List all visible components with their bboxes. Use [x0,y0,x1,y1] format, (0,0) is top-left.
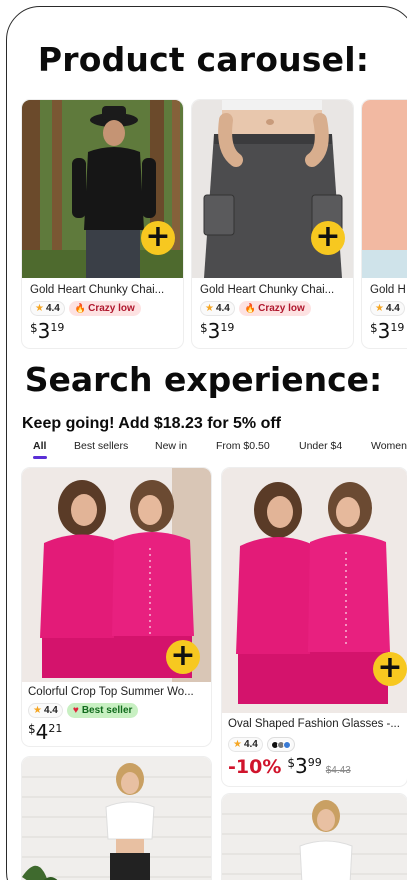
rating-badge: ★ 4.4 [30,301,65,316]
product-name[interactable]: Gold Heart Chunky Chai... [200,284,348,296]
star-icon: ★ [205,303,214,314]
price-currency: $ [200,321,208,335]
star-icon: ★ [33,705,42,716]
original-price: $4.43 [325,765,351,776]
carousel-product-card[interactable]: Gold H ★ 4.4 $319 [362,100,407,348]
price-currency: $ [287,756,296,770]
price-cents: 21 [48,722,63,735]
fire-icon: 🔥 [244,303,257,313]
add-to-cart-icon[interactable]: + [373,652,407,686]
carousel-product-card[interactable]: + Gold Heart Chunky Chai... ★ 4.4 🔥 Crazy … [192,100,353,348]
filter-tabs: All Best sellers New in From $0.50 Under… [33,440,407,460]
product-image[interactable] [222,794,407,880]
rating-value: 4.4 [243,739,258,750]
tab-under-4[interactable]: Under $4 [299,440,342,452]
price-whole: 3 [37,319,51,343]
search-result-card[interactable] [222,794,407,880]
rating-badge: ★ 4.4 [228,737,263,752]
active-tab-indicator [33,456,47,459]
fire-icon: 🔥 [74,303,87,313]
product-price: -10% $399$4.43 [228,754,351,778]
best-seller-badge: ♥ Best seller [66,703,139,718]
crazy-low-badge: 🔥 Crazy low [68,301,141,316]
tab-all[interactable]: All [33,440,46,452]
product-image[interactable] [22,757,211,880]
crazy-low-label: Crazy low [88,303,135,314]
rating-value: 4.4 [215,303,230,314]
product-price: $319 [370,319,404,343]
price-currency: $ [30,321,38,335]
rating-value: 4.4 [45,303,60,314]
price-cents: 19 [390,321,405,334]
price-currency: $ [370,321,378,335]
product-carousel[interactable]: + Gold Heart Chunky Chai... ★ 4.4 🔥 Crazy … [22,100,407,350]
price-whole: 3 [377,319,391,343]
product-name[interactable]: Oval Shaped Fashion Glasses -... [228,718,404,730]
product-name[interactable]: Gold Heart Chunky Chai... [30,284,178,296]
price-currency: $ [28,722,36,736]
tab-new-in[interactable]: New in [155,440,187,452]
rating-badge: ★ 4.4 [370,301,405,316]
price-cents: 19 [220,321,235,334]
best-seller-label: Best seller [81,705,133,716]
price-cents: 19 [50,321,65,334]
price-whole: 3 [295,754,308,778]
search-result-card[interactable]: + Colorful Crop Top Summer Wo... ★ 4.4 ♥ B… [22,468,211,746]
star-icon: ★ [375,303,384,314]
rating-value: 4.4 [385,303,400,314]
rating-badge: ★ 4.4 [28,703,63,718]
star-icon: ★ [35,303,44,314]
product-price: $319 [200,319,234,343]
discount-percent: -10% [228,756,282,778]
carousel-section-title: Product carousel: [37,40,370,79]
search-section-title: Search experience: [24,360,383,399]
price-whole: 3 [207,319,221,343]
add-to-cart-icon[interactable]: + [311,221,345,255]
tab-from-050[interactable]: From $0.50 [216,440,270,452]
product-name[interactable]: Gold H [370,284,407,296]
crazy-low-label: Crazy low [258,303,305,314]
star-icon: ★ [233,739,242,750]
tab-women[interactable]: Women [371,440,407,452]
price-whole: 4 [35,720,49,744]
product-price: $421 [28,720,62,744]
rating-badge: ★ 4.4 [200,301,235,316]
search-result-card[interactable] [22,757,211,880]
product-price: $319 [30,319,64,343]
crazy-low-badge: 🔥 Crazy low [238,301,311,316]
add-to-cart-icon[interactable]: + [141,221,175,255]
free-shipping-promo: Keep going! Add $18.23 for 5% off [22,415,281,432]
search-result-card[interactable]: + Oval Shaped Fashion Glasses -... ★ 4.4 … [222,468,407,786]
product-name[interactable]: Colorful Crop Top Summer Wo... [28,686,208,698]
color-swatches[interactable] [266,737,295,752]
carousel-product-card[interactable]: + Gold Heart Chunky Chai... ★ 4.4 🔥 Crazy … [22,100,183,348]
product-image[interactable] [362,100,407,278]
add-to-cart-icon[interactable]: + [166,640,200,674]
price-cents: 99 [307,756,322,769]
heart-icon: ♥ [72,705,79,716]
rating-value: 4.4 [43,705,58,716]
tab-best-sellers[interactable]: Best sellers [74,440,128,452]
